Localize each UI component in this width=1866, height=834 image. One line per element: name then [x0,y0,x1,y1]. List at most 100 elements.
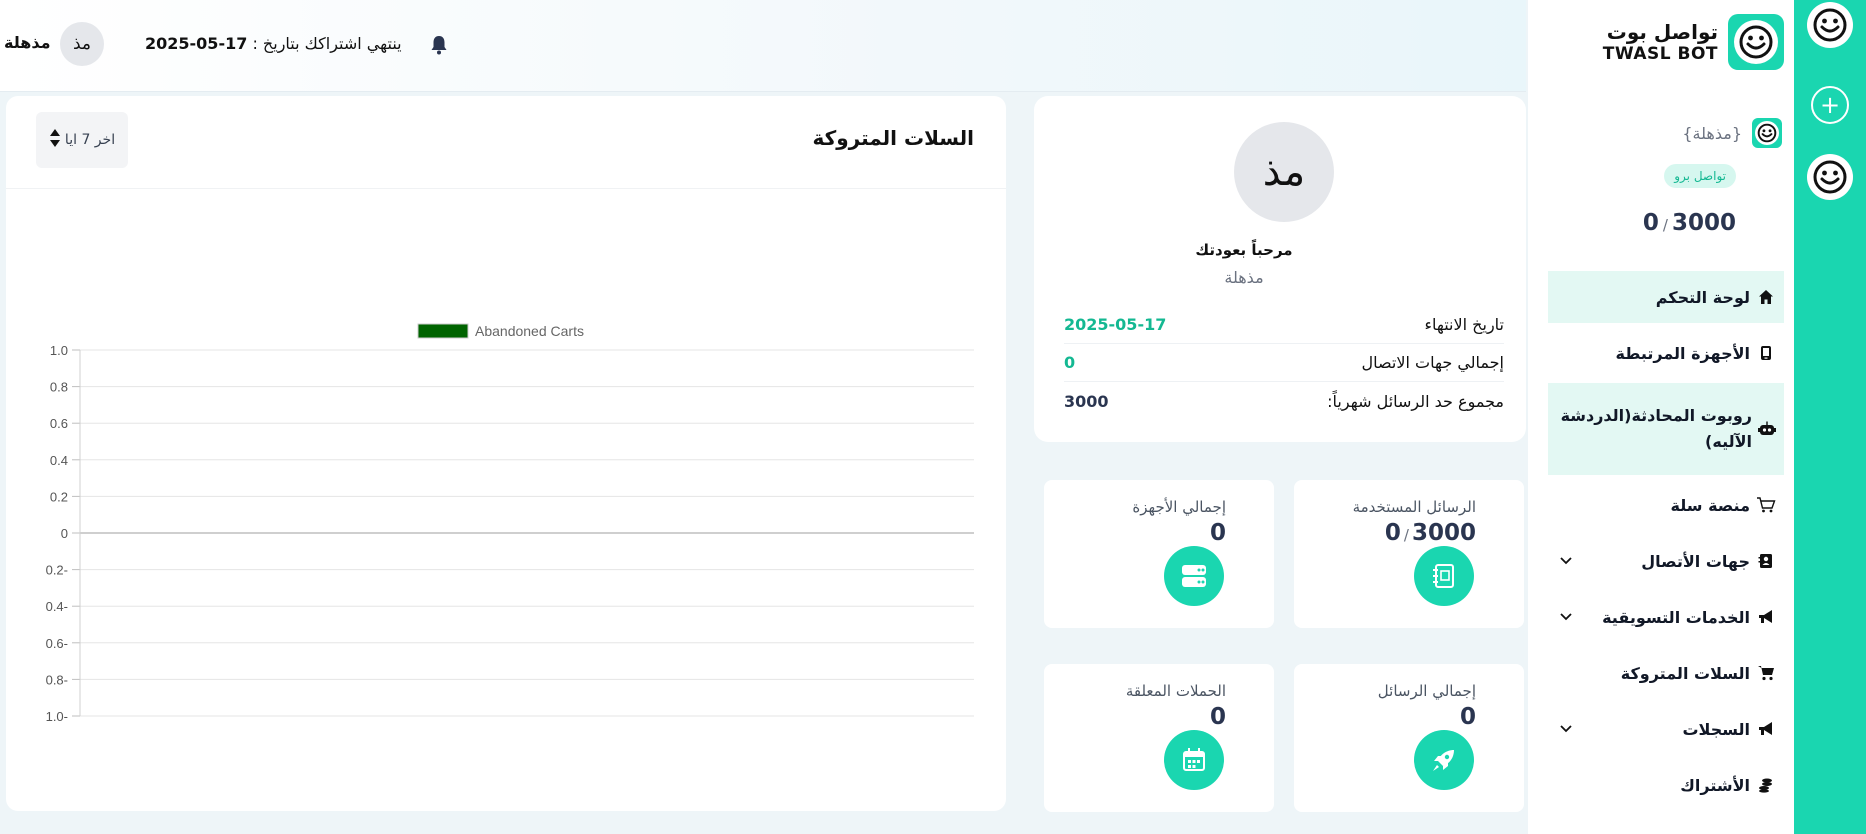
sidebar-item-contacts[interactable]: جهات الأتصال [1548,535,1784,587]
sidebar-user: {مذهلة} [1682,118,1782,148]
sidebar-item-label: الأجهزة المرتبطة [1615,343,1750,363]
stat-value: 0 [1209,520,1226,546]
brand[interactable]: تواصل بوت TWASL BOT [1603,14,1784,70]
bell-icon[interactable] [430,35,450,55]
quota-used: 0 [1642,210,1659,236]
y-tick-label: 0 [61,526,68,541]
abandoned-carts-card: السلات المتروكة اخر 7 ايا 1.0 0.8 0.6 0.4 0.… [6,96,1006,811]
stat-used-value: 0 [1384,520,1401,546]
abandoned-carts-chart: 1.0 0.8 0.6 0.4 0.2 0 0.2- 0.4- 0.6- 0.8- 1.0- Aba… [46,323,974,724]
device-icon [1756,343,1776,363]
sidebar-item-label: لوحة التحكم [1655,287,1750,307]
avatar[interactable]: مذ [60,22,104,66]
stat-separator: / [1403,526,1409,544]
megaphone-icon [1756,719,1776,739]
sidebar-item-label: روبوت المحادثة(الدردشة الآليه) [1560,406,1752,451]
smiley-app-icon[interactable] [1807,2,1853,48]
stat-total-devices: إجمالي الأجهزة 0 [1044,480,1274,628]
header-username[interactable]: مذهلة [4,33,50,52]
megaphone-icon [1756,607,1776,627]
add-icon[interactable]: + [1811,86,1849,124]
sidebar-item-devices[interactable]: الأجهزة المرتبطة [1548,327,1784,379]
profile-card: مذ مرحباً بعودتك مذهلة 2025-05-17 تاريخ … [1034,96,1526,442]
sidebar-item-chatbot[interactable]: روبوت المحادثة(الدردشة الآليه) [1548,383,1784,475]
stat-pending-campaigns: الحملات المعلقة 0 [1044,664,1274,812]
date-range-label: اخر 7 ايا [64,132,116,148]
sidebar-item-marketing[interactable]: الخدمات التسويقية [1548,591,1784,643]
y-tick-label: 0.8 [50,380,68,395]
sidebar-item-label: جهات الأتصال [1641,551,1750,571]
contacts-label: إجمالي جهات الاتصال [1361,353,1504,372]
sidebar-item-label: الأشتراك [1680,775,1750,795]
brand-name-en: TWASL BOT [1602,44,1718,64]
stat-label: الحملات المعلقة [1125,682,1226,700]
smiley-app-icon[interactable] [1807,154,1853,200]
legend-swatch[interactable] [417,323,469,339]
profile-avatar: مذ [1234,122,1334,222]
expiry-value: 2025-05-17 [1064,315,1167,334]
y-tick-label: 0.6 [50,416,68,431]
y-tick-label: 1.0 [50,343,68,358]
smiley-icon [1757,123,1777,143]
stat-label: الرسائل المستخدمة [1352,498,1476,516]
y-tick-label: 0.2- [46,563,68,578]
y-tick-label: 0.4 [50,453,68,468]
sort-icon [49,128,61,152]
chevron-down-icon[interactable] [1556,607,1576,627]
card-divider [6,188,1006,189]
sidebar-user-logo [1752,118,1782,148]
sidebar-item-label: السجلات [1682,719,1750,739]
y-tick-label: 0.4- [46,599,68,614]
stat-value: 0 [1459,704,1476,730]
stat-total-value: 3000 [1411,520,1476,546]
y-tick-label: 1.0- [46,709,68,724]
info-row-contacts: 0 إجمالي جهات الاتصال [1064,344,1504,382]
coins-icon [1756,775,1776,795]
limit-value: 3000 [1064,391,1109,411]
profile-name: مذهلة [1224,268,1264,287]
subscription-expiry: ينتهي اشتراكك بتاريخ : 17-05-2025 [145,34,402,53]
y-tick-label: 0.8- [46,672,68,687]
contacts-value: 0 [1064,353,1076,372]
sidebar-item-label: منصة سلة [1670,495,1750,515]
sidebar-item-salla[interactable]: منصة سلة [1548,479,1784,531]
sidebar-item-abandoned-carts[interactable]: السلات المتروكة [1548,647,1784,699]
sidebar-quota: 0/3000 [1643,210,1736,236]
sidebar: تواصل بوت TWASL BOT {مذهلة} تواصل برو 0/… [1528,0,1794,834]
stat-label: إجمالي الرسائل [1377,682,1476,700]
notebook-icon [1414,546,1474,606]
sidebar-item-logs[interactable]: السجلات [1548,703,1784,755]
brand-name-ar: تواصل بوت [1606,20,1718,44]
sidebar-item-subscription[interactable]: الأشتراك [1548,759,1784,811]
top-header: مذهلة مذ ينتهي اشتراكك بتاريخ : 17-05-20… [0,0,1526,92]
stat-total-messages: إجمالي الرسائل 0 [1294,664,1524,812]
cart-outline-icon [1756,495,1776,515]
home-icon [1756,287,1776,307]
chart-card-title: السلات المتروكة [812,126,974,150]
stat-value: 0/3000 [1385,520,1476,546]
subscription-date: 17-05-2025 [145,34,248,53]
limit-label: مجموع حد الرسائل شهرياً: [1327,391,1504,411]
sidebar-item-dashboard[interactable]: لوحة التحكم [1548,271,1784,323]
brand-logo [1728,14,1784,70]
stat-label: إجمالي الأجهزة [1132,498,1226,516]
chevron-down-icon[interactable] [1556,719,1576,739]
expiry-label: تاريخ الانتهاء [1424,315,1504,334]
sidebar-nav: لوحة التحكم الأجهزة المرتبطة روبوت المحا… [1548,271,1784,815]
welcome-text: مرحباً بعودتك [1195,241,1293,259]
stat-used-messages: الرسائل المستخدمة 0/3000 [1294,480,1524,628]
smiley-icon [1739,25,1773,59]
sidebar-item-label: السلات المتروكة [1620,663,1750,683]
chevron-down-icon[interactable] [1556,551,1576,571]
calendar-icon [1164,730,1224,790]
legend-label[interactable]: Abandoned Carts [475,323,584,339]
app-rail: + [1794,0,1866,834]
stat-value: 0 [1209,704,1226,730]
date-range-button[interactable]: اخر 7 ايا [36,112,128,168]
plan-badge: تواصل برو [1664,164,1736,188]
subscription-prefix: ينتهي اشتراكك بتاريخ : [252,34,402,53]
rocket-icon [1414,730,1474,790]
sidebar-item-label: الخدمات التسويقية [1602,607,1750,627]
robot-icon [1758,419,1776,439]
y-tick-label: 0.2 [50,489,68,504]
